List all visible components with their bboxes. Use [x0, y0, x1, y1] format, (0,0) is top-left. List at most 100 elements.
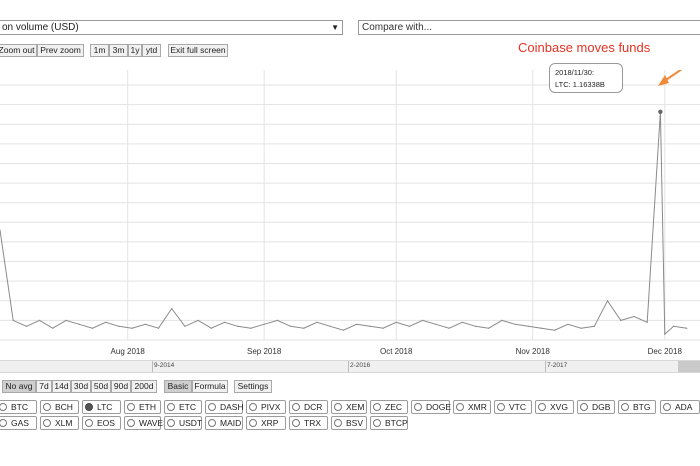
coin-option-btcp[interactable]: BTCP [370, 416, 408, 430]
data-point [422, 319, 424, 321]
data-point [263, 323, 265, 325]
data-point [540, 327, 543, 329]
radio-icon [249, 419, 257, 427]
data-point [646, 321, 648, 323]
avg-14d-button[interactable]: 14d [52, 380, 71, 393]
x-axis: Aug 2018 Sep 2018 Oct 2018 Nov 2018 Dec 2018 [111, 347, 683, 356]
coin-option-label: PIVX [261, 402, 281, 412]
tooltip-date: 2018/11/30: [555, 68, 595, 77]
navigator-bar[interactable]: 9-2014 2-2016 7-2017 [0, 360, 700, 373]
coin-option-waves[interactable]: WAVES [124, 416, 169, 430]
data-point [514, 323, 516, 325]
coin-option-pivx[interactable]: PIVX [246, 400, 286, 414]
avg-50d-button[interactable]: 50d [91, 380, 111, 393]
radio-icon [43, 419, 51, 427]
data-point [223, 321, 226, 323]
navigator-label: 7-2017 [547, 362, 568, 369]
coin-option-dcr[interactable]: DCR [289, 400, 328, 414]
coin-option-label: MAID [220, 418, 242, 428]
coin-option-xlm[interactable]: XLM [40, 416, 79, 430]
coin-option-usdt[interactable]: USDT [164, 416, 202, 430]
coin-option-eos[interactable]: EOS [82, 416, 121, 430]
volume-chart[interactable]: Aug 2018 Sep 2018 Oct 2018 Nov 2018 Dec 2018 [0, 70, 700, 360]
data-point [554, 329, 556, 331]
coin-option-dgb[interactable]: DGB [577, 400, 615, 414]
coin-option-eth[interactable]: ETH [124, 400, 161, 414]
data-point [157, 327, 160, 329]
coin-option-vtc[interactable]: VTC [494, 400, 532, 414]
coin-option-label: BTG [633, 402, 651, 412]
coin-option-label: EOS [97, 418, 115, 428]
coin-option-gas[interactable]: GAS [0, 416, 37, 430]
mode-basic-button[interactable]: Basic [164, 380, 192, 393]
coin-option-bsv[interactable]: BSV [331, 416, 367, 430]
data-point [395, 321, 397, 323]
coin-option-label: BTC [11, 402, 28, 412]
coin-option-zec[interactable]: ZEC [370, 400, 408, 414]
radio-icon [127, 419, 135, 427]
coin-option-xmr[interactable]: XMR [453, 400, 491, 414]
radio-icon [85, 403, 93, 411]
avg-none-button[interactable]: No avg [2, 380, 36, 393]
radio-icon [127, 403, 135, 411]
metric-select[interactable]: on volume (USD) ▼ [0, 20, 343, 35]
coin-option-label: DGB [592, 402, 611, 412]
zoom-3m-button[interactable]: 3m [109, 44, 128, 57]
zoom-1m-button[interactable]: 1m [90, 44, 109, 57]
coin-option-dash[interactable]: DASH [205, 400, 244, 414]
coin-option-xrp[interactable]: XRP [246, 416, 286, 430]
radio-icon [497, 403, 505, 411]
data-point [105, 321, 107, 323]
coin-option-label: XLM [55, 418, 73, 428]
coin-option-maid[interactable]: MAID [205, 416, 243, 430]
coin-option-label: XEM [346, 402, 365, 412]
coin-option-label: TRX [304, 418, 321, 428]
data-point [593, 325, 595, 327]
coin-option-bch[interactable]: BCH [40, 400, 79, 414]
data-point [329, 325, 331, 327]
radio-icon [208, 419, 216, 427]
coin-option-ltc[interactable]: LTC [82, 400, 121, 414]
avg-200d-button[interactable]: 200d [131, 380, 157, 393]
zoom-1y-button[interactable]: 1y [128, 44, 142, 57]
radio-icon [414, 403, 422, 411]
coin-option-label: VTC [509, 402, 526, 412]
coin-option-btg[interactable]: BTG [618, 400, 656, 414]
settings-button[interactable]: Settings [234, 380, 272, 393]
coin-option-etc[interactable]: ETC [164, 400, 202, 414]
data-point [501, 319, 503, 321]
radio-icon [167, 419, 175, 427]
radio-icon [538, 403, 546, 411]
navigator-handle[interactable] [678, 361, 700, 372]
data-point [289, 325, 292, 327]
compare-select[interactable]: Compare with... [358, 20, 700, 35]
coin-option-label: XVG [550, 402, 568, 412]
radio-icon [85, 419, 93, 427]
prev-zoom-button[interactable]: Prev zoom [37, 44, 84, 57]
data-point [118, 325, 120, 327]
metric-select-value: on volume (USD) [2, 22, 79, 33]
coin-option-xem[interactable]: XEM [331, 400, 367, 414]
avg-30d-button[interactable]: 30d [71, 380, 91, 393]
coin-option-ada[interactable]: ADA [660, 400, 700, 414]
data-point [620, 319, 622, 321]
x-tick-label: Dec 2018 [648, 347, 683, 356]
avg-90d-button[interactable]: 90d [111, 380, 131, 393]
radio-icon [167, 403, 175, 411]
coin-option-label: LTC [97, 402, 113, 412]
coin-option-xvg[interactable]: XVG [535, 400, 574, 414]
data-point [448, 327, 450, 329]
zoom-out-button[interactable]: Zoom out [0, 44, 37, 57]
coin-option-trx[interactable]: TRX [289, 416, 328, 430]
annotation-text: Coinbase moves funds [518, 40, 651, 55]
exit-full-screen-button[interactable]: Exit full screen [168, 44, 228, 57]
data-point [461, 321, 463, 323]
zoom-ytd-button[interactable]: ytd [142, 44, 161, 57]
coin-option-btc[interactable]: BTC [0, 400, 37, 414]
mode-formula-button[interactable]: Formula [192, 380, 228, 393]
coin-option-doge[interactable]: DOGE [411, 400, 451, 414]
avg-7d-button[interactable]: 7d [36, 380, 52, 393]
x-tick-label: Aug 2018 [111, 347, 146, 356]
data-point [131, 327, 133, 329]
tooltip-value: LTC: 1.16338B [555, 80, 605, 89]
